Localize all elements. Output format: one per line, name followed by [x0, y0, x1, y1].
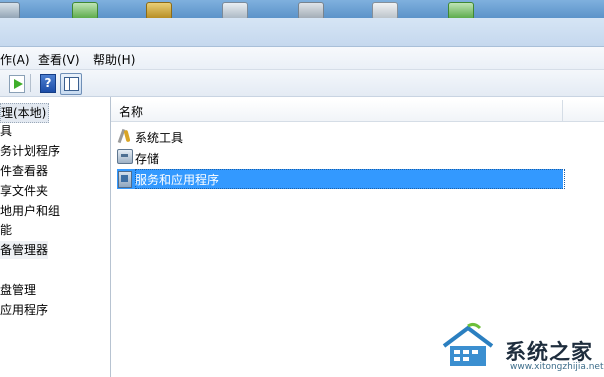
export-arrow-icon — [14, 79, 23, 89]
tree-item-device-manager[interactable]: 备管理器 — [0, 241, 49, 259]
tools-icon — [117, 128, 133, 144]
list-item-label: 存储 — [135, 152, 160, 166]
list-item[interactable]: 系统工具 — [117, 127, 317, 147]
help-button[interactable]: ? — [38, 73, 58, 93]
tree-item-computer-management[interactable]: 理(本地) — [0, 103, 50, 123]
menu-help[interactable]: 帮助(H) — [93, 51, 135, 68]
tree-item-services-apps[interactable]: 应用程序 — [0, 301, 48, 319]
tree-item-task-scheduler[interactable]: 务计划程序 — [0, 142, 60, 160]
menubar: 作(A) 查看(V) 帮助(H) — [0, 47, 604, 70]
taskbar-app-icon[interactable] — [72, 2, 98, 18]
watermark-url: www.xitongzhijia.net — [510, 362, 604, 372]
tree-item-event-viewer[interactable]: 件查看器 — [0, 162, 48, 180]
list-item-label: 系统工具 — [135, 131, 184, 145]
watermark-logo-icon — [442, 322, 494, 366]
export-list-button[interactable] — [7, 73, 27, 93]
taskbar — [0, 0, 604, 18]
taskbar-app-icon[interactable] — [372, 2, 398, 18]
menu-view[interactable]: 查看(V) — [38, 51, 80, 68]
taskbar-app-icon[interactable] — [222, 2, 248, 18]
list-header: 名称 — [111, 100, 604, 122]
toolbar: ? — [0, 70, 604, 97]
help-icon: ? — [40, 74, 56, 93]
taskbar-app-icon[interactable] — [0, 2, 20, 18]
folder-icon[interactable] — [146, 2, 172, 18]
list-item-label: 服务和应用程序 — [135, 173, 220, 187]
window-titlebar — [0, 18, 604, 47]
column-header-name[interactable]: 名称 — [111, 100, 563, 121]
show-hide-tree-button[interactable] — [60, 73, 82, 95]
tree-item-system-tools[interactable]: 具 — [0, 122, 12, 140]
taskbar-app-icon[interactable] — [298, 2, 324, 18]
services-icon — [118, 171, 132, 188]
list-item-selected[interactable]: 服务和应用程序 — [117, 169, 565, 189]
show-hide-tree-icon — [64, 77, 79, 91]
storage-icon — [117, 149, 133, 164]
tree-item-local-users-groups[interactable]: 地用户和组 — [0, 202, 60, 220]
tree-item-performance[interactable]: 能 — [0, 221, 12, 239]
console-tree: 理(本地) 具 务计划程序 件查看器 享文件夹 地用户和组 能 备管理器 盘管理… — [0, 97, 111, 377]
toolbar-separator — [30, 74, 31, 92]
tree-item-shared-folders[interactable]: 享文件夹 — [0, 182, 48, 200]
tree-item-disk-management[interactable]: 盘管理 — [0, 281, 36, 299]
list-item[interactable]: 存储 — [117, 148, 317, 168]
taskbar-app-icon[interactable] — [448, 2, 474, 18]
menu-action[interactable]: 作(A) — [0, 51, 30, 68]
column-header-label: 名称 — [119, 105, 144, 119]
